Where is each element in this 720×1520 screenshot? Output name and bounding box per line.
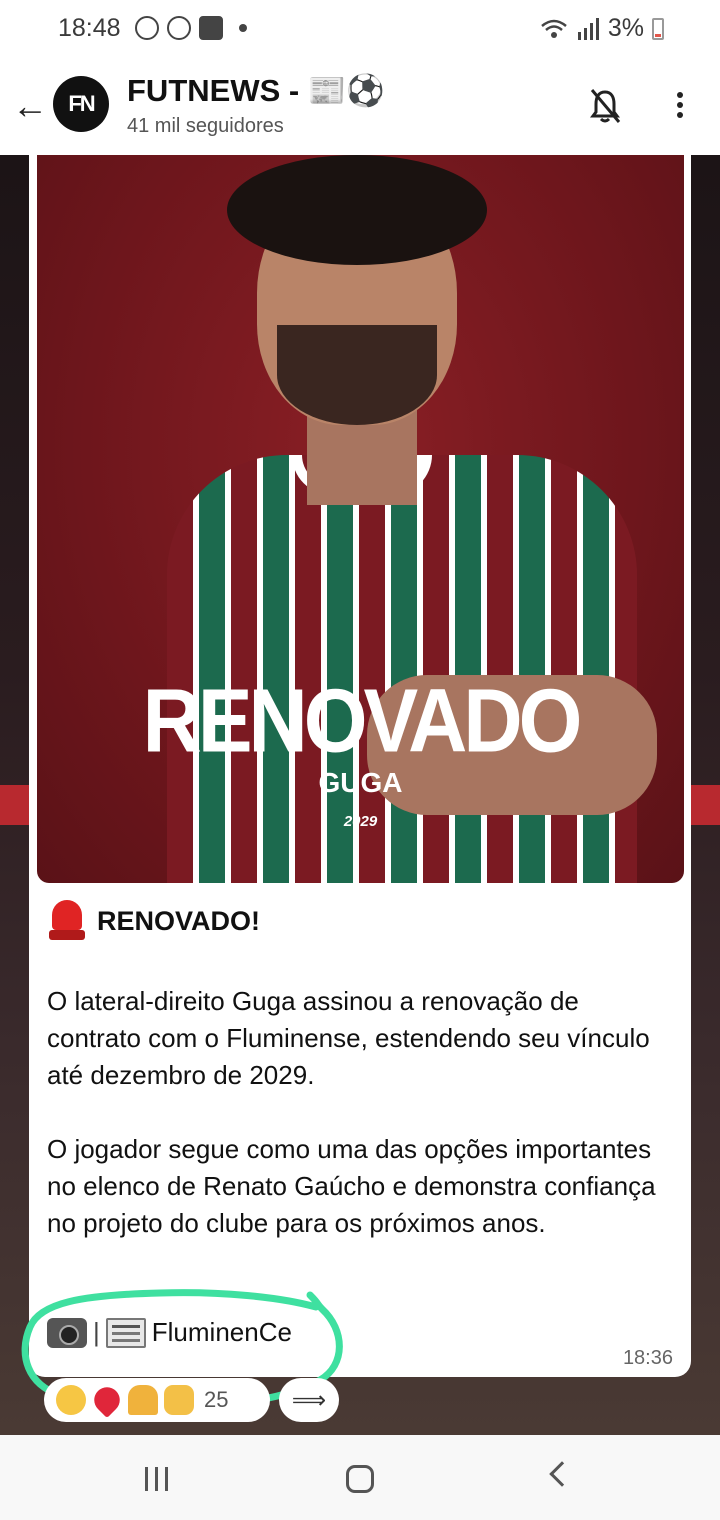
post-paragraph: O jogador segue como uma das opções impo… — [47, 1134, 656, 1238]
post-paragraph: O lateral-direito Guga assinou a renovaç… — [47, 986, 650, 1090]
heart-emoji — [88, 1381, 126, 1419]
reactions-bar[interactable]: 25 — [44, 1378, 270, 1422]
status-system-icons: 3% — [540, 14, 664, 43]
whatsapp-icon — [135, 16, 159, 40]
post-image[interactable]: RENOVADO GUGA 2029 — [37, 155, 684, 883]
system-nav-bar — [0, 1435, 720, 1520]
background-stripe — [690, 785, 720, 825]
poster-year: 2029 — [343, 813, 378, 830]
player-beard — [277, 325, 437, 425]
reaction-count: 25 — [204, 1387, 229, 1412]
poster-name: GUGA — [318, 767, 403, 798]
poster-title: RENOVADO — [142, 671, 583, 772]
dot-icon — [239, 24, 247, 32]
post-headline: RENOVADO! — [49, 900, 260, 942]
home-icon[interactable] — [346, 1465, 374, 1493]
status-bar: 18:48 3% — [0, 0, 720, 60]
signal-icon — [577, 17, 599, 40]
battery-percent: 3% — [607, 14, 644, 42]
recents-icon[interactable] — [145, 1467, 168, 1491]
thumbs-up-emoji — [164, 1385, 194, 1415]
battery-icon — [652, 17, 664, 40]
status-notification-icons — [135, 16, 247, 40]
post-body: O lateral-direito Guga assinou a renovaç… — [47, 983, 672, 1279]
siren-icon — [49, 900, 85, 942]
back-arrow-icon[interactable]: ← — [12, 85, 48, 127]
message-time: 18:36 — [622, 1347, 673, 1369]
channel-header: ← FN FUTNEWS - 📰⚽ 41 mil seguidores — [0, 60, 720, 155]
avatar-text: FN — [68, 91, 95, 116]
sync-icon — [167, 16, 191, 40]
channel-followers: 41 mil seguidores — [127, 115, 284, 137]
channel-post[interactable]: RENOVADO GUGA 2029 RENOVADO! O lateral-d… — [29, 155, 691, 1377]
key-icon — [199, 16, 223, 40]
pray-emoji — [128, 1385, 158, 1415]
wifi-icon — [541, 19, 567, 38]
back-nav-icon[interactable] — [549, 1461, 575, 1487]
channel-avatar[interactable]: FN — [53, 76, 109, 132]
status-time: 18:48 — [58, 14, 121, 42]
channel-title[interactable]: FUTNEWS - 📰⚽ — [127, 72, 385, 109]
bell-off-icon[interactable] — [588, 88, 622, 124]
laugh-emoji — [56, 1385, 86, 1415]
more-options-icon[interactable] — [667, 88, 693, 124]
forward-icon: ⟹ — [291, 1386, 327, 1414]
forward-button[interactable]: ⟹ — [279, 1378, 339, 1422]
headline-text: RENOVADO! — [97, 905, 261, 936]
player-hair — [227, 155, 487, 265]
